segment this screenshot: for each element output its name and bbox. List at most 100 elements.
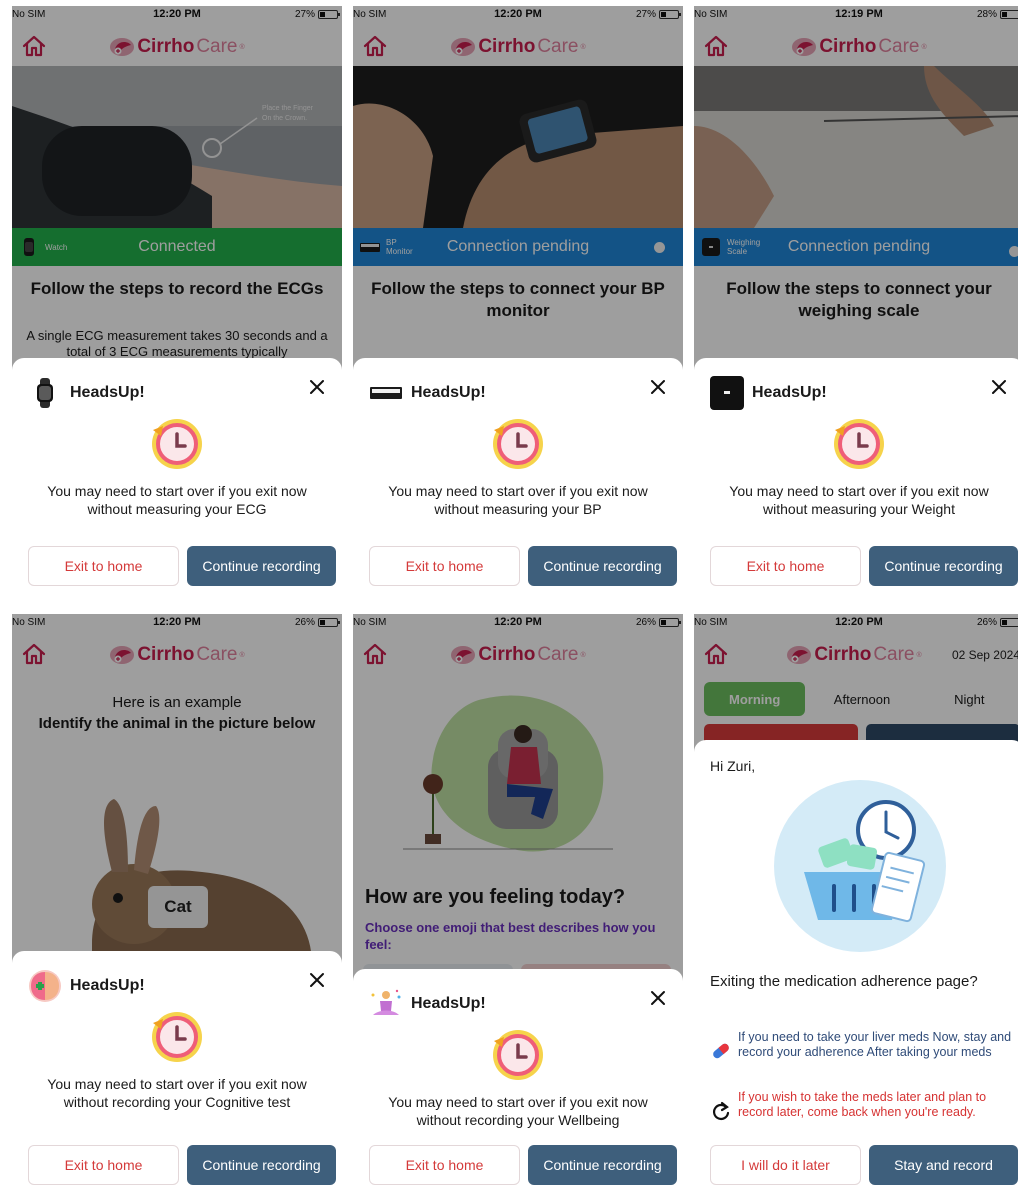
sheet-title: HeadsUp! xyxy=(411,384,486,401)
relaxing-person-illustration xyxy=(403,695,613,852)
battery-level: 26% xyxy=(635,617,656,628)
screen-bp: No SIM 12:20 PM 27% CirrhoCare® BPMon xyxy=(353,6,683,598)
ecg-instruction-photo: Place the Finger On the Crown. xyxy=(12,66,342,228)
app-logo: Cirrho Care ® xyxy=(353,36,683,58)
warning-message: You may need to start over if you exit n… xyxy=(47,1076,307,1110)
exit-to-home-button[interactable]: Exit to home xyxy=(369,546,520,586)
headsup-sheet: HeadsUp! You may need to start over if y… xyxy=(353,358,683,598)
continue-recording-button[interactable]: Continue recording xyxy=(528,1145,677,1185)
weighing-scale-icon xyxy=(702,238,720,256)
weighing-scale-icon xyxy=(710,376,744,410)
battery-icon xyxy=(659,618,681,627)
status-bar: No SIM 12:19 PM 28% xyxy=(694,6,1018,26)
logo-mark-icon xyxy=(791,37,817,57)
close-icon[interactable] xyxy=(990,378,1008,396)
close-icon[interactable] xyxy=(649,989,667,1007)
tab-night[interactable]: Night xyxy=(919,682,1018,716)
do-it-later-button[interactable]: I will do it later xyxy=(710,1145,861,1185)
headsup-sheet: HeadsUp! You may need to start over if y… xyxy=(694,358,1018,598)
app-logo: Cirrho Care ® xyxy=(12,644,342,666)
warning-message: You may need to start over if you exit n… xyxy=(729,483,989,517)
steps-title: Follow the steps to connect your weighin… xyxy=(726,279,992,320)
timer-icon xyxy=(490,416,546,472)
close-icon[interactable] xyxy=(308,971,326,989)
later-info-text: If you wish to take the meds later and p… xyxy=(738,1090,987,1119)
logo-mark-icon xyxy=(450,645,476,665)
bp-monitor-icon xyxy=(370,387,402,399)
time-of-day-tabs: Morning Afternoon Night xyxy=(704,682,1018,716)
clock: 12:20 PM xyxy=(835,616,883,628)
warning-message: You may need to start over if you exit n… xyxy=(47,483,307,517)
screen-ecg: No SIM 12:20 PM 27% Cirrho Care ® Place th… xyxy=(12,6,342,598)
watch-icon xyxy=(24,238,34,256)
connection-status-bar: Watch Connected xyxy=(12,228,342,266)
header-date: 02 Sep 2024 xyxy=(951,648,1018,662)
exit-question: Exiting the medication adherence page? xyxy=(710,973,978,990)
app-header: Cirrho Care ® xyxy=(12,26,342,66)
sheet-title: HeadsUp! xyxy=(70,977,145,994)
clock: 12:20 PM xyxy=(153,616,201,628)
example-label: Here is an example xyxy=(112,694,242,711)
bp-instruction-photo xyxy=(353,66,683,228)
sheet-title: HeadsUp! xyxy=(752,384,827,401)
timer-icon xyxy=(149,416,205,472)
app-logo: Cirrho Care ® xyxy=(353,644,683,666)
meditation-icon xyxy=(371,989,401,1015)
logo-mark-icon xyxy=(109,645,135,665)
sheet-title: HeadsUp! xyxy=(411,995,486,1012)
cognitive-instruction: Identify the animal in the picture below xyxy=(38,715,316,732)
logo-mark-icon xyxy=(786,645,812,665)
continue-recording-button[interactable]: Continue recording xyxy=(187,546,336,586)
exit-to-home-button[interactable]: Exit to home xyxy=(369,1145,520,1185)
connection-indicator xyxy=(654,242,665,253)
exit-to-home-button[interactable]: Exit to home xyxy=(28,546,179,586)
timer-icon xyxy=(490,1027,546,1083)
battery-icon xyxy=(318,618,340,627)
status-bar: No SIM 12:20 PM 26% xyxy=(694,614,1018,634)
screen-weight: No SIM 12:19 PM 28% Cirrho Care ® Weighi… xyxy=(694,6,1018,598)
bp-monitor-icon xyxy=(360,243,380,252)
screen-medication: No SIM 12:20 PM 26% Cirrho Care ® 02 Sep 2… xyxy=(694,614,1018,1197)
app-logo: Cirrho Care ® xyxy=(12,36,342,58)
tab-morning[interactable]: Morning xyxy=(704,682,806,716)
pill-capsule-icon xyxy=(713,1043,729,1059)
clock: 12:20 PM xyxy=(153,8,201,20)
rabbit-illustration xyxy=(92,799,312,964)
stay-info-text: If you need to take your liver meds Now,… xyxy=(738,1030,1012,1059)
exit-to-home-button[interactable]: Exit to home xyxy=(28,1145,179,1185)
battery-level: 26% xyxy=(976,617,997,628)
steps-subtitle: A single ECG measurement takes 30 second… xyxy=(26,328,328,359)
continue-recording-button[interactable]: Continue recording xyxy=(528,546,677,586)
screens-grid: No SIM 12:20 PM 27% Cirrho Care ® Place th… xyxy=(12,6,1018,1197)
logo-mark-icon xyxy=(109,37,135,57)
logo-mark-icon xyxy=(450,37,476,57)
battery-level: 28% xyxy=(976,9,997,20)
headsup-sheet: HeadsUp! You may need to start over if y… xyxy=(12,358,342,598)
screen-cognitive: No SIM 12:20 PM 26% Cirrho Care ® Here is … xyxy=(12,614,342,1197)
medication-basket-illustration xyxy=(774,780,946,952)
connection-status-bar: BP Monitor Connection pending xyxy=(353,228,683,266)
refresh-icon xyxy=(713,1101,730,1120)
app-header: Cirrho Care ® xyxy=(12,634,342,674)
tab-afternoon[interactable]: Afternoon xyxy=(811,682,912,716)
continue-recording-button[interactable]: Continue recording xyxy=(187,1145,336,1185)
sheet-title: HeadsUp! xyxy=(70,384,145,401)
close-icon[interactable] xyxy=(308,378,326,396)
timer-icon xyxy=(831,416,887,472)
answer-option-cat[interactable]: Cat xyxy=(148,886,208,928)
clock: 12:19 PM xyxy=(835,8,883,20)
connection-indicator xyxy=(1009,246,1018,257)
continue-recording-button[interactable]: Continue recording xyxy=(869,546,1018,586)
headsup-sheet: HeadsUp! You may need to start over if y… xyxy=(353,969,683,1197)
stay-and-record-button[interactable]: Stay and record xyxy=(869,1145,1018,1185)
steps-title: Follow the steps to record the ECGs xyxy=(30,279,324,298)
exit-to-home-button[interactable]: Exit to home xyxy=(710,546,861,586)
screen-wellbeing: No SIM 12:20 PM 26% Cirrho Care ® How are … xyxy=(353,614,683,1197)
close-icon[interactable] xyxy=(649,378,667,396)
app-header: Cirrho Care ® xyxy=(353,26,683,66)
status-bar: No SIM 12:20 PM 26% xyxy=(353,614,683,634)
battery-icon xyxy=(1000,618,1018,627)
exit-medication-sheet: Hi Zuri, Exiting the medication adherenc… xyxy=(694,740,1018,1197)
status-bar: No SIM 12:20 PM 27% xyxy=(12,6,342,26)
battery-icon xyxy=(659,10,681,19)
